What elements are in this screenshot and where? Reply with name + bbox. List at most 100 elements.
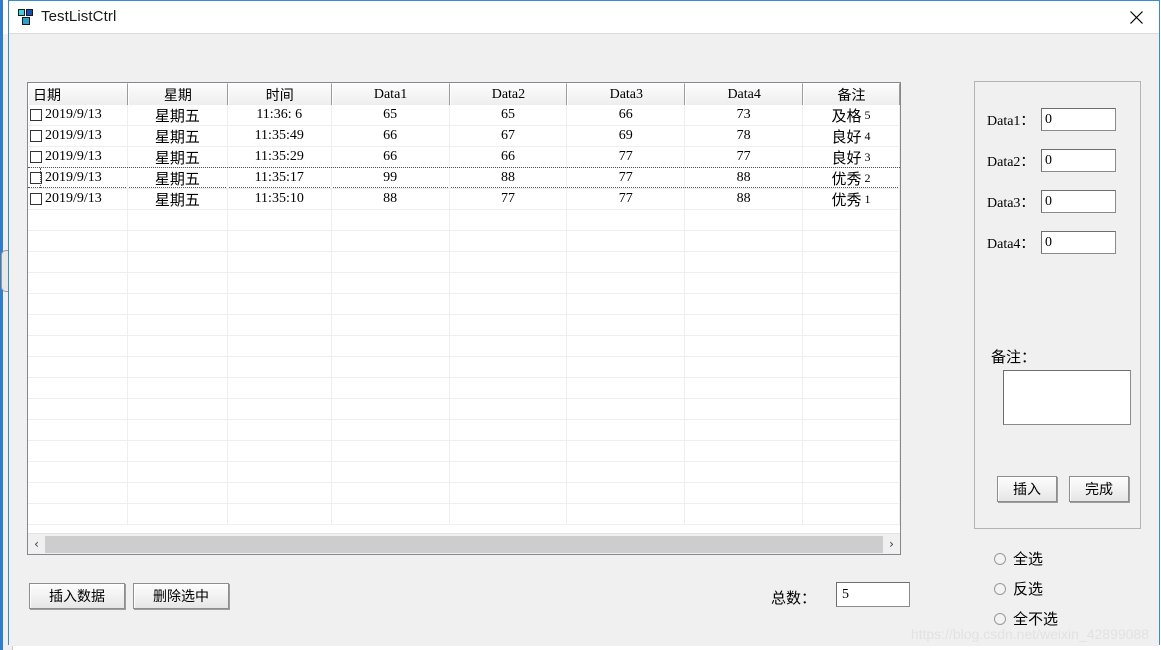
table-empty-cell bbox=[567, 504, 686, 524]
chevron-right-icon[interactable]: › bbox=[883, 533, 900, 554]
table-cell-data3: 77 bbox=[567, 189, 686, 209]
data-field-input-1[interactable] bbox=[1041, 108, 1116, 131]
table-row[interactable]: 2019/9/13 星期五 11:35:10 88 77 77 88 优秀 1 bbox=[28, 189, 900, 210]
table-empty-cell bbox=[567, 483, 686, 503]
table-empty-cell bbox=[450, 357, 568, 377]
table-empty-cell bbox=[332, 378, 450, 398]
table-empty-row bbox=[28, 441, 900, 462]
data-field-label-4: Data4： bbox=[987, 236, 1035, 252]
table-empty-cell bbox=[685, 210, 804, 230]
title-bar: TestListCtrl bbox=[9, 1, 1159, 34]
table-empty-cell bbox=[685, 336, 804, 356]
chevron-left-icon[interactable]: ‹ bbox=[28, 533, 45, 554]
delete-selected-button[interactable]: 删除选中 bbox=[133, 583, 229, 609]
table-cell-note-number: 4 bbox=[864, 128, 871, 143]
table-empty-cell bbox=[803, 315, 900, 335]
table-empty-row bbox=[28, 231, 900, 252]
radio-indicator-select-none[interactable] bbox=[994, 612, 1006, 625]
table-empty-cell bbox=[567, 420, 686, 440]
table-empty-cell bbox=[228, 420, 332, 440]
radio-indicator-select-all[interactable] bbox=[994, 552, 1006, 565]
list-control[interactable]: 日期 星期 时间 Data1 Data2 Data3 Data4 备注 2019/9/13 星期… bbox=[27, 82, 901, 555]
table-cell-data4: 77 bbox=[685, 147, 804, 167]
table-cell-week: 星期五 bbox=[128, 189, 228, 209]
table-empty-cell bbox=[803, 504, 900, 524]
table-cell-note-text: 优秀 bbox=[831, 192, 862, 209]
table-cell-data2: 77 bbox=[450, 189, 568, 209]
row-checkbox[interactable] bbox=[30, 130, 42, 142]
list-body[interactable]: 2019/9/13 星期五 11:36: 6 65 65 66 73 及格 5 2019/9/13… bbox=[28, 105, 900, 533]
table-cell-time: 11:35:17 bbox=[228, 168, 332, 188]
row-checkbox[interactable] bbox=[30, 172, 42, 184]
row-checkbox[interactable] bbox=[30, 193, 42, 205]
table-empty-cell bbox=[803, 294, 900, 314]
row-checkbox[interactable] bbox=[30, 151, 42, 163]
table-empty-cell bbox=[28, 294, 128, 314]
list-column-header-data4[interactable]: Data4 bbox=[685, 83, 804, 105]
table-cell-data4: 78 bbox=[685, 126, 804, 146]
table-empty-cell bbox=[567, 210, 686, 230]
table-empty-cell bbox=[28, 273, 128, 293]
table-empty-cell bbox=[803, 252, 900, 272]
table-empty-cell bbox=[28, 399, 128, 419]
table-empty-cell bbox=[685, 252, 804, 272]
note-textarea[interactable] bbox=[1003, 370, 1131, 425]
radio-select-all[interactable]: 全选 bbox=[994, 548, 1043, 569]
table-empty-cell bbox=[685, 378, 804, 398]
list-column-header-time[interactable]: 时间 bbox=[227, 83, 332, 105]
list-column-header-date[interactable]: 日期 bbox=[28, 83, 128, 105]
close-icon[interactable] bbox=[1113, 1, 1159, 33]
data-field-row-3: Data3： bbox=[987, 190, 1116, 213]
table-cell-time: 11:35:49 bbox=[228, 126, 332, 146]
table-empty-cell bbox=[567, 273, 686, 293]
list-column-header-data3[interactable]: Data3 bbox=[567, 83, 686, 105]
list-column-header-data2[interactable]: Data2 bbox=[449, 83, 568, 105]
table-empty-cell bbox=[128, 441, 228, 461]
radio-invert-selection[interactable]: 反选 bbox=[994, 578, 1043, 599]
table-cell-note-text: 良好 bbox=[831, 150, 862, 167]
table-empty-cell bbox=[685, 504, 804, 524]
table-empty-cell bbox=[450, 462, 568, 482]
data-field-label-3: Data3： bbox=[987, 195, 1035, 211]
table-empty-cell bbox=[332, 483, 450, 503]
table-cell-week: 星期五 bbox=[128, 147, 228, 167]
data-field-input-4[interactable] bbox=[1041, 231, 1116, 254]
table-empty-cell bbox=[28, 336, 128, 356]
table-empty-cell bbox=[567, 357, 686, 377]
table-empty-cell bbox=[228, 441, 332, 461]
table-empty-cell bbox=[450, 420, 568, 440]
table-empty-cell bbox=[228, 252, 332, 272]
table-empty-cell bbox=[567, 231, 686, 251]
insert-button[interactable]: 插入 bbox=[997, 476, 1057, 502]
table-empty-cell bbox=[450, 210, 568, 230]
data-field-row-2: Data2： bbox=[987, 149, 1116, 172]
data-field-input-2[interactable] bbox=[1041, 149, 1116, 172]
table-row[interactable]: 2019/9/13 星期五 11:35:17 99 88 77 88 优秀 2 bbox=[28, 167, 900, 189]
horizontal-scrollbar[interactable]: ‹ › bbox=[28, 533, 900, 554]
table-empty-cell bbox=[332, 315, 450, 335]
total-input[interactable] bbox=[836, 582, 910, 607]
table-cell-date-text: 2019/9/13 bbox=[45, 107, 102, 122]
table-cell-note-text: 良好 bbox=[831, 129, 862, 146]
row-checkbox[interactable] bbox=[30, 109, 42, 121]
table-row[interactable]: 2019/9/13 星期五 11:35:29 66 66 77 77 良好 3 bbox=[28, 147, 900, 168]
table-row[interactable]: 2019/9/13 星期五 11:35:49 66 67 69 78 良好 4 bbox=[28, 126, 900, 147]
table-cell-note: 及格 5 bbox=[803, 105, 900, 125]
list-column-header-note[interactable]: 备注 bbox=[803, 83, 900, 105]
table-cell-data1: 66 bbox=[332, 126, 450, 146]
radio-indicator-invert-selection[interactable] bbox=[994, 582, 1006, 595]
list-column-header-week[interactable]: 星期 bbox=[127, 83, 228, 105]
scrollbar-thumb[interactable] bbox=[45, 535, 883, 553]
radio-label-invert-selection: 反选 bbox=[1013, 581, 1044, 598]
done-button[interactable]: 完成 bbox=[1069, 476, 1129, 502]
data-field-input-3[interactable] bbox=[1041, 190, 1116, 213]
table-cell-date: 2019/9/13 bbox=[28, 147, 128, 167]
list-column-header-label: 日期 bbox=[33, 88, 61, 104]
table-row[interactable]: 2019/9/13 星期五 11:36: 6 65 65 66 73 及格 5 bbox=[28, 105, 900, 126]
table-empty-cell bbox=[332, 399, 450, 419]
table-empty-cell bbox=[332, 462, 450, 482]
table-empty-cell bbox=[567, 441, 686, 461]
table-empty-cell bbox=[332, 252, 450, 272]
insert-data-button[interactable]: 插入数据 bbox=[29, 583, 125, 609]
list-column-header-data1[interactable]: Data1 bbox=[331, 83, 450, 105]
